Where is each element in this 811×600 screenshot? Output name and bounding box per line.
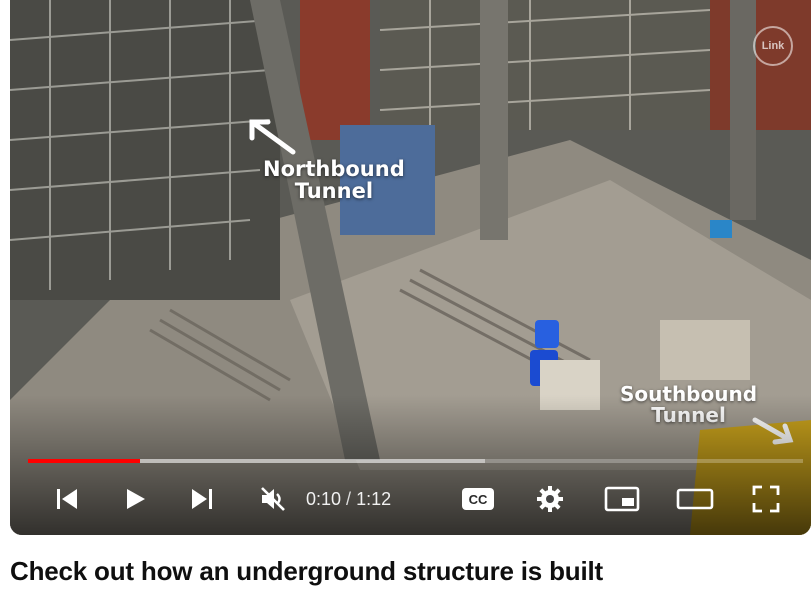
miniplayer-button[interactable]	[600, 478, 644, 520]
next-icon	[189, 486, 215, 512]
northbound-tunnel-label: Northbound Tunnel	[263, 158, 405, 202]
current-time: 0:10	[306, 489, 342, 509]
cc-icon: CC	[461, 486, 495, 512]
next-button[interactable]	[185, 478, 219, 520]
northbound-label-text: Northbound Tunnel	[263, 157, 405, 204]
fullscreen-icon	[751, 484, 781, 514]
svg-text:CC: CC	[469, 492, 488, 507]
video-player[interactable]: Northbound Tunnel Southbound Tunnel Link	[10, 0, 811, 535]
video-title[interactable]: Check out how an underground structure i…	[10, 556, 603, 587]
fullscreen-button[interactable]	[746, 478, 786, 520]
settings-button[interactable]	[530, 478, 570, 520]
mute-button[interactable]	[254, 478, 292, 520]
time-separator: /	[341, 489, 357, 509]
volume-muted-icon	[258, 484, 288, 514]
progress-bar[interactable]	[28, 459, 803, 463]
time-display: 0:10 / 1:12	[306, 486, 391, 512]
watermark-text: Link	[761, 40, 785, 52]
theater-mode-button[interactable]	[673, 478, 717, 520]
miniplayer-icon	[604, 485, 640, 513]
previous-button[interactable]	[50, 478, 84, 520]
theater-icon	[676, 486, 714, 512]
progress-played	[28, 459, 141, 463]
duration: 1:12	[356, 489, 392, 509]
gear-icon	[535, 484, 565, 514]
channel-watermark[interactable]: Link	[753, 26, 793, 66]
play-icon	[122, 486, 148, 512]
captions-button[interactable]: CC	[458, 478, 498, 520]
previous-icon	[54, 486, 80, 512]
play-button[interactable]	[118, 478, 152, 520]
